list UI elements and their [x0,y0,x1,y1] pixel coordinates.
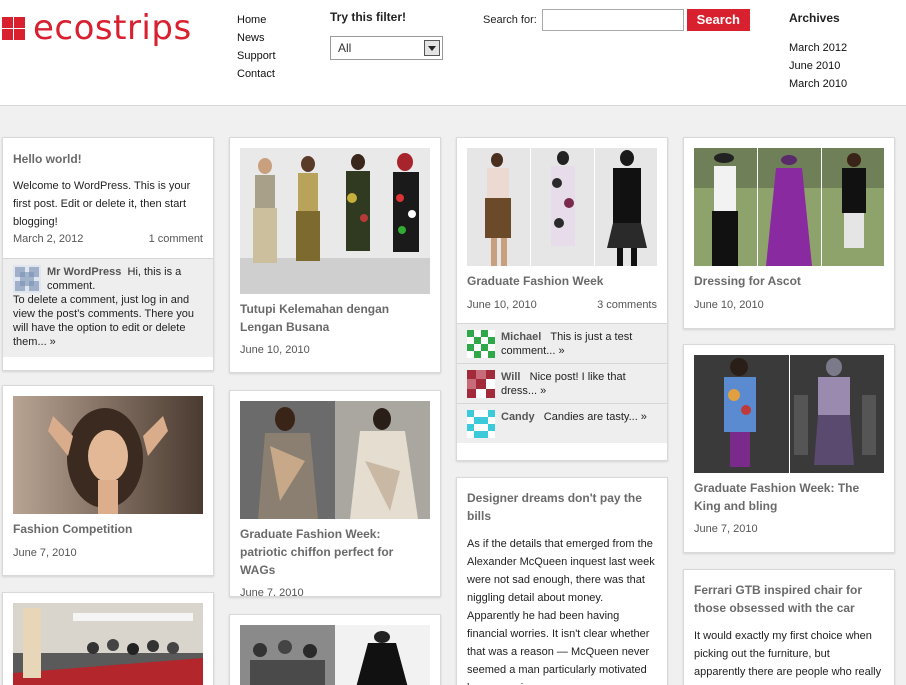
comment-item: Will Nice post! I like that dress... » [457,364,667,404]
comment-item: Mr WordPress Hi, this is a comment. To d… [3,259,213,357]
archive-link-march-2012[interactable]: March 2012 [789,39,847,57]
post-title[interactable]: Hello world! [13,150,203,168]
post-excerpt: Welcome to WordPress. This is your first… [13,180,191,228]
search-button[interactable]: Search [686,9,750,31]
filter-selected-value: All [338,41,352,55]
avatar-icon [467,410,495,438]
post-title[interactable]: Graduate Fashion Week: The King and blin… [694,479,884,515]
logo-mark-icon [2,16,25,40]
post-image[interactable] [694,148,884,266]
post-date: June 7, 2010 [240,587,304,597]
post-card-ferrari-chair: Ferrari GTB inspired chair for those obs… [683,569,895,685]
avatar-icon [467,330,495,358]
post-image[interactable] [694,355,884,473]
post-date: March 2, 2012 [13,233,84,245]
post-date: June 10, 2010 [240,344,310,356]
archive-link-june-2010[interactable]: June 2010 [789,57,847,75]
archives-title: Archives [789,11,840,25]
post-card-king-and-bling: Graduate Fashion Week: The King and blin… [683,344,895,553]
avatar-icon [467,370,495,398]
post-title[interactable]: Tutupi Kelemahan dengan Lengan Busana [240,300,430,336]
post-image[interactable] [13,603,203,685]
post-title[interactable]: Designer dreams don't pay the bills [467,489,657,525]
avatar-icon [13,265,41,293]
post-date: June 7, 2010 [694,523,758,535]
post-comment-count[interactable]: 3 comments [597,299,657,311]
post-comment-count[interactable]: 1 comment [149,233,203,245]
post-excerpt: As if the details that emerged from the … [467,538,655,685]
comment-item: Candy Candies are tasty... » [457,404,667,443]
post-image[interactable] [240,401,430,519]
comment-text[interactable]: Nice post! I like that dress... » [501,371,626,397]
post-title[interactable]: Ferrari GTB inspired chair for those obs… [694,581,884,617]
comment-author[interactable]: Candy [501,411,535,423]
post-title[interactable]: Graduate Fashion Week [467,272,657,290]
archive-link-march-2010[interactable]: March 2010 [789,75,847,93]
comments-list: Michael This is just a test comment... »… [457,323,667,443]
post-title[interactable]: Dressing for Ascot [694,272,884,290]
site-header: ecostrips Home News Support Contact Try … [0,0,906,106]
post-card-hello-world: Hello world! Welcome to WordPress. This … [2,137,214,371]
post-excerpt: It would exactly my first choice when pi… [694,630,882,685]
comment-text[interactable]: Candies are tasty... » [544,411,647,423]
logo-text: ecostrips [33,8,192,48]
post-card-fashion-competition: Fashion Competition June 7, 2010 [2,385,214,576]
archives-widget: Archives March 2012 June 2010 March 2010 [789,11,847,93]
post-image[interactable] [467,148,657,266]
filter-title: Try this filter! [330,10,407,24]
search-input[interactable] [541,9,684,31]
nav-contact[interactable]: Contact [237,65,276,83]
main-nav: Home News Support Contact [237,11,276,83]
nav-home[interactable]: Home [237,11,276,29]
site-logo[interactable]: ecostrips [2,11,192,45]
post-title[interactable]: Fashion Competition [13,520,203,538]
post-image[interactable] [240,625,430,685]
post-image[interactable] [13,396,203,514]
post-card-tutupi: Tutupi Kelemahan dengan Lengan Busana Ju… [229,137,441,373]
comment-author[interactable]: Michael [501,331,541,343]
filter-select[interactable]: All [330,36,443,60]
post-date: June 7, 2010 [13,547,77,559]
nav-news[interactable]: News [237,29,276,47]
post-card-dressing-for-ascot: Dressing for Ascot June 10, 2010 [683,137,895,329]
comments-list: Mr WordPress Hi, this is a comment. To d… [3,258,213,357]
comment-more[interactable]: To delete a comment, just log in and vie… [13,293,203,349]
post-card-patriotic-chiffon: Graduate Fashion Week: patriotic chiffon… [229,390,441,597]
post-date: June 10, 2010 [694,299,764,311]
post-image[interactable] [240,148,430,294]
dropdown-arrow-icon[interactable] [424,40,440,56]
search-form: Search for: Search [483,9,750,31]
comment-author[interactable]: Will [501,371,520,383]
post-date: June 10, 2010 [467,299,537,311]
post-card-red-carpet [2,592,214,685]
nav-support[interactable]: Support [237,47,276,65]
comment-item: Michael This is just a test comment... » [457,324,667,364]
filter-widget: Try this filter! All [330,10,443,60]
post-card-designer-dreams: Designer dreams don't pay the bills As i… [456,477,668,685]
post-card-graduate-fashion-week: Graduate Fashion Week June 10, 2010 3 co… [456,137,668,461]
post-card-black-dress [229,614,441,685]
search-label: Search for: [483,14,537,26]
comment-author[interactable]: Mr WordPress [47,266,121,278]
post-title[interactable]: Graduate Fashion Week: patriotic chiffon… [240,525,430,579]
